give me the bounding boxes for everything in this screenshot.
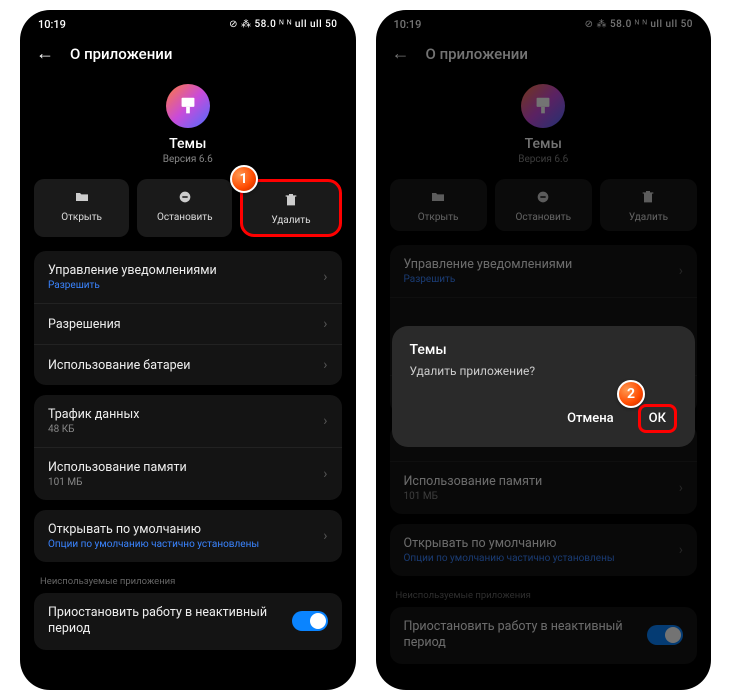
notifications-title: Управление уведомлениями (48, 263, 323, 278)
open-button[interactable]: Открыть (34, 179, 129, 237)
group-defaults: Открывать по умолчанию Опции по умолчани… (34, 510, 342, 562)
app-hero: Темы Версия 6.6 (376, 76, 712, 179)
content: Управление уведомлениями Разрешить › Раз… (20, 251, 356, 650)
suspend-title: Приостановить работу в неактивный период (48, 605, 268, 638)
delete-button[interactable]: Удалить (600, 179, 697, 231)
folder-icon (74, 189, 90, 205)
traffic-sub: 48 КБ (48, 424, 323, 435)
statusbar-time: 10:19 (394, 18, 422, 31)
header: ← О приложении (20, 35, 356, 76)
confirm-dialog: Темы Удалить приложение? Отмена ОК 2 (392, 326, 696, 447)
stop-icon (535, 189, 551, 205)
back-icon[interactable]: ← (392, 43, 410, 64)
chevron-right-icon: › (323, 316, 327, 332)
statusbar: 10:19 ⊘ ⁂ 58.0 ᴺ ᴺ ull ull 50 (376, 10, 712, 35)
statusbar: 10:19 ⊘ ⁂ 58.0 ᴺ ᴺ ull ull 50 (20, 10, 356, 35)
stop-icon (177, 189, 193, 205)
trash-icon (640, 189, 656, 205)
chevron-right-icon: › (323, 413, 327, 429)
chevron-right-icon: › (679, 263, 683, 279)
notifications-sub: Разрешить (404, 274, 679, 285)
notifications-title: Управление уведомлениями (404, 257, 679, 272)
suspend-toggle[interactable] (647, 625, 683, 645)
battery-title: Использование батареи (48, 358, 323, 373)
page-title: О приложении (70, 45, 172, 63)
statusbar-time: 10:19 (38, 18, 66, 31)
row-suspend[interactable]: Приостановить работу в неактивный период (34, 593, 342, 650)
group-usage: Трафик данных 48 КБ › Использование памя… (34, 395, 342, 500)
row-defaults[interactable]: Открывать по умолчанию Опции по умолчани… (390, 524, 698, 576)
notifications-sub: Разрешить (48, 280, 323, 291)
statusbar-icons: ⊘ ⁂ 58.0 ᴺ ᴺ ull ull 50 (229, 19, 337, 30)
phone-right: 10:19 ⊘ ⁂ 58.0 ᴺ ᴺ ull ull 50 ← О прилож… (376, 10, 712, 690)
traffic-title: Трафик данных (48, 407, 323, 422)
row-memory[interactable]: Использование памяти 101 МБ › (34, 448, 342, 500)
delete-label: Удалить (271, 215, 310, 226)
ok-button[interactable]: ОК (638, 404, 677, 433)
chevron-right-icon: › (323, 269, 327, 285)
action-row: Открыть Остановить Удалить (376, 179, 712, 245)
statusbar-icons: ⊘ ⁂ 58.0 ᴺ ᴺ ull ull 50 (585, 19, 693, 30)
action-row: Открыть Остановить Удалить 1 (20, 179, 356, 251)
phone-left: 10:19 ⊘ ⁂ 58.0 ᴺ ᴺ ull ull 50 ← О прилож… (20, 10, 356, 690)
app-version: Версия 6.6 (20, 154, 356, 165)
step-badge-1: 1 (230, 165, 258, 193)
section-unused: Неиспользуемые приложения (34, 572, 342, 593)
header: ← О приложении (376, 35, 712, 76)
stop-button[interactable]: Остановить (495, 179, 592, 231)
back-icon[interactable]: ← (36, 43, 54, 64)
group-app-settings: Управление уведомлениями Разрешить › Раз… (34, 251, 342, 385)
dialog-actions: Отмена ОК (410, 404, 678, 433)
app-icon (521, 84, 565, 128)
chevron-right-icon: › (679, 542, 683, 558)
row-notifications[interactable]: Управление уведомлениями Разрешить › (390, 245, 698, 298)
cancel-button[interactable]: Отмена (561, 407, 620, 430)
suspend-title: Приостановить работу в неактивный период (404, 619, 624, 652)
defaults-sub: Опции по умолчанию частично установлены (48, 539, 323, 550)
section-unused: Неиспользуемые приложения (390, 586, 698, 607)
stop-label: Остановить (516, 212, 571, 223)
chevron-right-icon: › (323, 528, 327, 544)
row-suspend[interactable]: Приостановить работу в неактивный период (390, 607, 698, 664)
folder-icon (430, 189, 446, 205)
chevron-right-icon: › (323, 466, 327, 482)
open-button[interactable]: Открыть (390, 179, 487, 231)
memory-sub: 101 МБ (404, 491, 679, 502)
app-name: Темы (376, 136, 712, 152)
row-traffic[interactable]: Трафик данных 48 КБ › (34, 395, 342, 448)
defaults-sub: Опции по умолчанию частично установлены (404, 553, 679, 564)
app-icon (166, 84, 210, 128)
dialog-title: Темы (410, 342, 678, 358)
dialog-message: Удалить приложение? (410, 364, 678, 378)
open-label: Открыть (418, 212, 459, 223)
chevron-right-icon: › (679, 480, 683, 496)
content: Управление уведомлениями Разрешить › 48 … (376, 245, 712, 664)
suspend-toggle[interactable] (292, 611, 328, 631)
row-permissions[interactable]: Разрешения › (34, 304, 342, 345)
row-notifications[interactable]: Управление уведомлениями Разрешить › (34, 251, 342, 304)
group-defaults: Открывать по умолчанию Опции по умолчани… (390, 524, 698, 576)
app-name: Темы (20, 136, 356, 152)
memory-title: Использование памяти (48, 460, 323, 475)
delete-label: Удалить (629, 212, 668, 223)
permissions-title: Разрешения (48, 317, 323, 332)
trash-icon (283, 192, 299, 208)
defaults-title: Открывать по умолчанию (404, 536, 679, 551)
stop-button[interactable]: Остановить (137, 179, 232, 237)
app-version: Версия 6.6 (376, 154, 712, 165)
row-battery[interactable]: Использование батареи › (34, 345, 342, 385)
defaults-title: Открывать по умолчанию (48, 522, 323, 537)
row-memory[interactable]: Использование памяти 101 МБ › (390, 462, 698, 514)
row-defaults[interactable]: Открывать по умолчанию Опции по умолчани… (34, 510, 342, 562)
delete-button[interactable]: Удалить (240, 179, 341, 237)
app-hero: Темы Версия 6.6 (20, 76, 356, 179)
open-label: Открыть (61, 212, 102, 223)
step-badge-2: 2 (617, 380, 645, 408)
page-title: О приложении (426, 45, 528, 63)
memory-title: Использование памяти (404, 474, 679, 489)
memory-sub: 101 МБ (48, 477, 323, 488)
stop-label: Остановить (157, 212, 212, 223)
chevron-right-icon: › (323, 357, 327, 373)
